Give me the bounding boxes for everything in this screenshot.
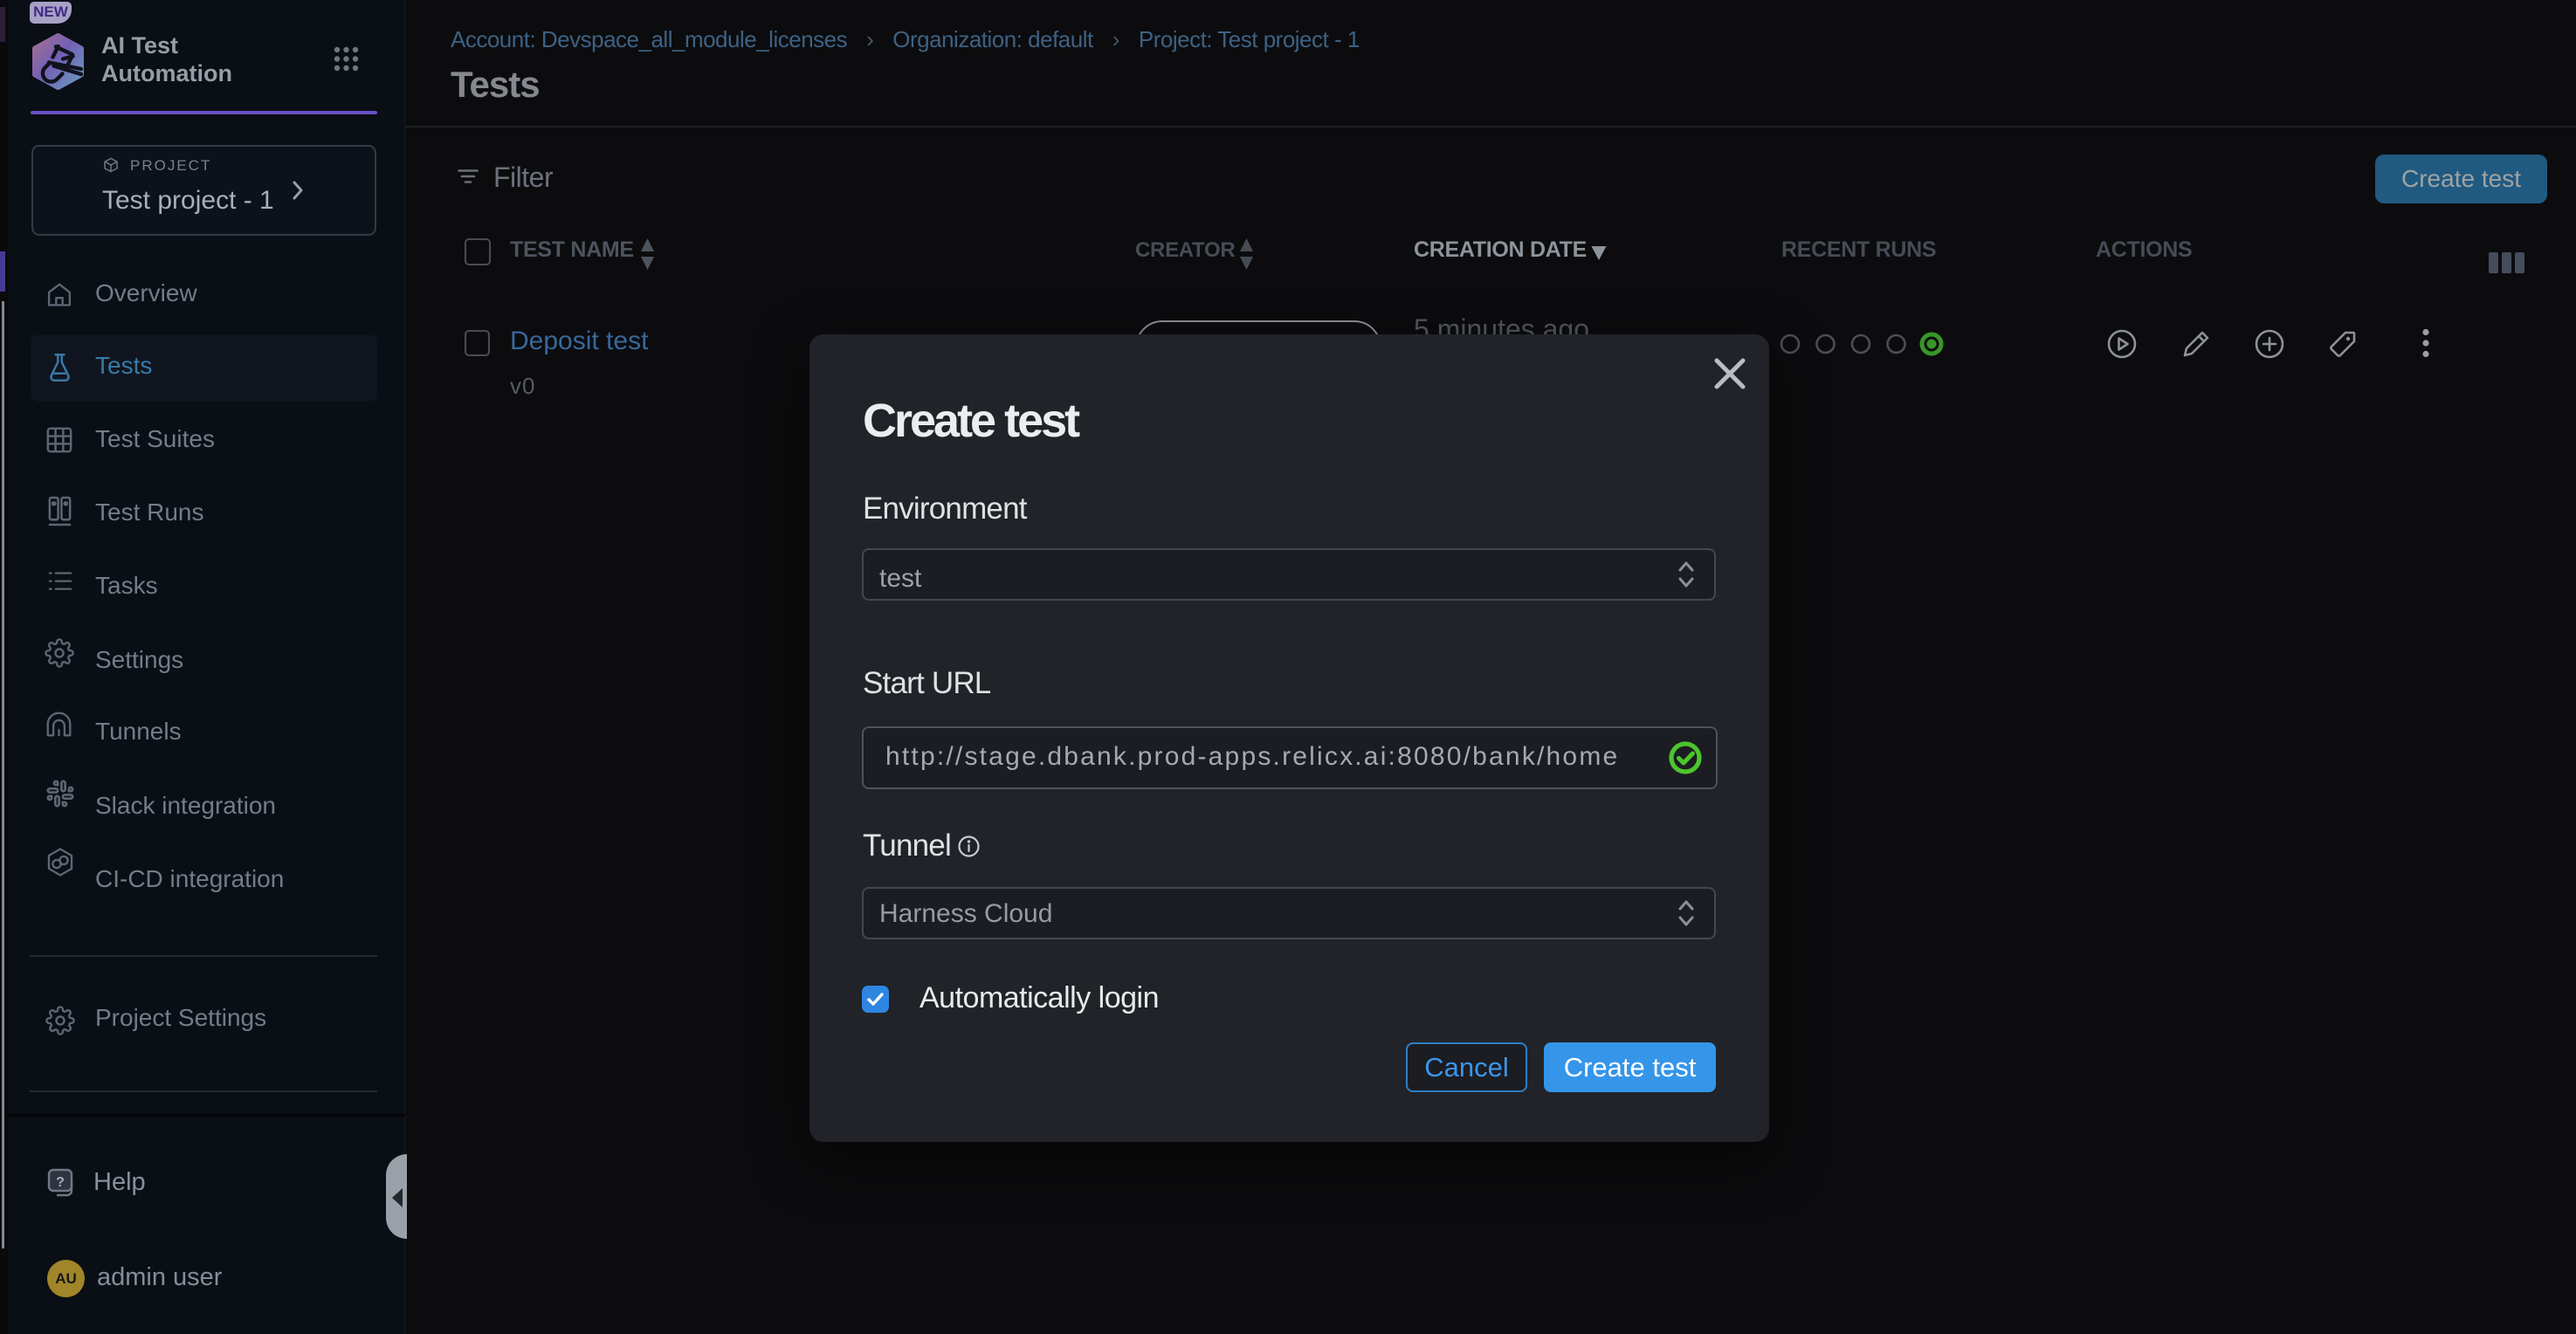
svg-text:?: ? [56, 1175, 65, 1190]
